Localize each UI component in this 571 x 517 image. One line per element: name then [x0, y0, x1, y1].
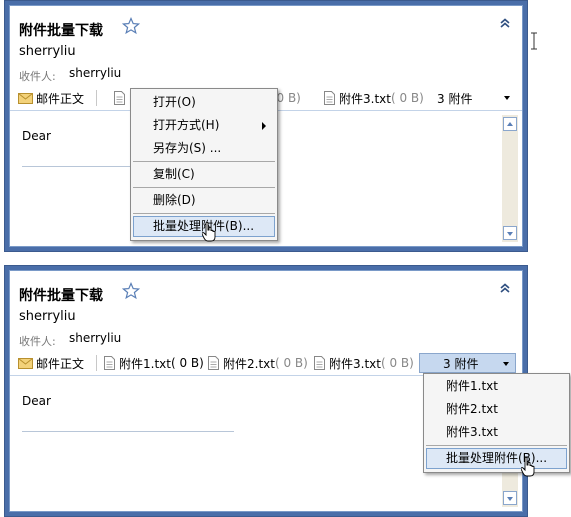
attachment-size: ( 0 B) — [274, 356, 308, 370]
arrow-down-icon — [507, 497, 513, 501]
recipient-label: 收件人: — [19, 70, 56, 83]
menu-separator — [426, 445, 567, 446]
hand-cursor-icon — [521, 457, 535, 477]
attachment-count-dropdown[interactable]: 3 附件 — [419, 353, 516, 373]
file-icon — [314, 356, 325, 370]
attachment-count-label: 3 附件 — [443, 356, 479, 371]
menu-item-copy[interactable]: 复制(C) — [133, 164, 275, 185]
chevron-down-icon — [503, 362, 509, 366]
hand-cursor-icon — [202, 222, 216, 242]
sender-name: sherryliu — [19, 44, 76, 59]
attachment-size: ( 0 B) — [380, 356, 414, 370]
scrollbar[interactable] — [502, 115, 518, 242]
separator — [96, 90, 97, 106]
dropdown-item-attachment-1[interactable]: 附件1.txt — [426, 376, 567, 397]
menu-item-save-as[interactable]: 另存为(S) ... — [133, 138, 275, 159]
star-icon[interactable] — [122, 17, 140, 35]
menu-item-label: 打开方式(H) — [153, 118, 220, 132]
sender-name: sherryliu — [19, 309, 76, 324]
collapse-icon[interactable] — [498, 16, 512, 30]
menu-item-open-with[interactable]: 打开方式(H) — [133, 115, 275, 136]
envelope-icon — [18, 92, 33, 104]
attachment-name: 附件3.txt — [329, 356, 381, 371]
recipient-name[interactable]: sherryliu — [69, 331, 121, 345]
collapse-icon[interactable] — [498, 281, 512, 295]
menu-separator — [133, 161, 275, 162]
star-icon[interactable] — [122, 282, 140, 300]
scroll-down-button[interactable] — [503, 226, 517, 240]
attachment-dropdown-menu: 附件1.txt 附件2.txt 附件3.txt 批量处理附件(B)... — [423, 373, 570, 473]
file-icon — [114, 91, 125, 105]
separator — [96, 355, 97, 371]
attachment-item-3[interactable]: 附件3.txt ( 0 B) — [314, 354, 414, 372]
attachment-count-dropdown[interactable]: 3 附件 — [419, 88, 516, 108]
signature-line — [22, 431, 234, 432]
attachment-item-1[interactable]: 附件1.txt ( 0 B) — [104, 354, 204, 372]
file-icon — [208, 356, 219, 370]
attachment-item-3[interactable]: 附件3.txt ( 0 B) — [324, 89, 424, 107]
dropdown-item-attachment-2[interactable]: 附件2.txt — [426, 399, 567, 420]
scroll-down-button[interactable] — [503, 491, 517, 505]
mail-body-text: Dear — [22, 394, 51, 408]
menu-item-open[interactable]: 打开(O) — [133, 92, 275, 113]
arrow-up-icon — [507, 122, 513, 126]
file-icon — [324, 91, 335, 105]
mail-body-text: Dear — [22, 129, 51, 143]
attachment-item-2[interactable]: 附件2.txt ( 0 B) — [208, 354, 308, 372]
attachment-context-menu: 打开(O) 打开方式(H) 另存为(S) ... 复制(C) 删除(D) 批量处… — [130, 88, 278, 241]
recipient-name[interactable]: sherryliu — [69, 66, 121, 80]
attachment-name: 附件1.txt — [119, 356, 171, 371]
arrow-down-icon — [507, 232, 513, 236]
mail-body-button[interactable]: 邮件正文 — [18, 89, 84, 107]
menu-item-batch-process[interactable]: 批量处理附件(B)... — [426, 448, 567, 469]
menu-item-delete[interactable]: 删除(D) — [133, 190, 275, 211]
mail-body-button[interactable]: 邮件正文 — [18, 354, 84, 372]
mail-subject: 附件批量下载 — [19, 23, 103, 39]
attachment-count-label: 3 附件 — [437, 91, 473, 106]
text-cursor-icon — [531, 32, 537, 50]
chevron-right-icon — [262, 122, 266, 130]
attachment-bar: 邮件正文 附件1.txt ( 0 B) 附件2.txt ( 0 B) 附件3.t… — [18, 351, 516, 373]
recipient-label: 收件人: — [19, 335, 56, 348]
attachment-size: ( 0 B) — [170, 356, 204, 370]
attachment-name: 附件3.txt — [339, 91, 391, 106]
chevron-down-icon — [504, 96, 510, 100]
menu-separator — [133, 187, 275, 188]
file-icon — [104, 356, 115, 370]
scroll-up-button[interactable] — [503, 117, 517, 131]
envelope-icon — [18, 357, 33, 369]
mail-body-label: 邮件正文 — [36, 356, 85, 371]
dropdown-item-attachment-3[interactable]: 附件3.txt — [426, 422, 567, 443]
mail-body-label: 邮件正文 — [36, 91, 85, 106]
menu-separator — [133, 213, 275, 214]
attachment-name: 附件2.txt — [223, 356, 275, 371]
mail-subject: 附件批量下载 — [19, 288, 103, 304]
